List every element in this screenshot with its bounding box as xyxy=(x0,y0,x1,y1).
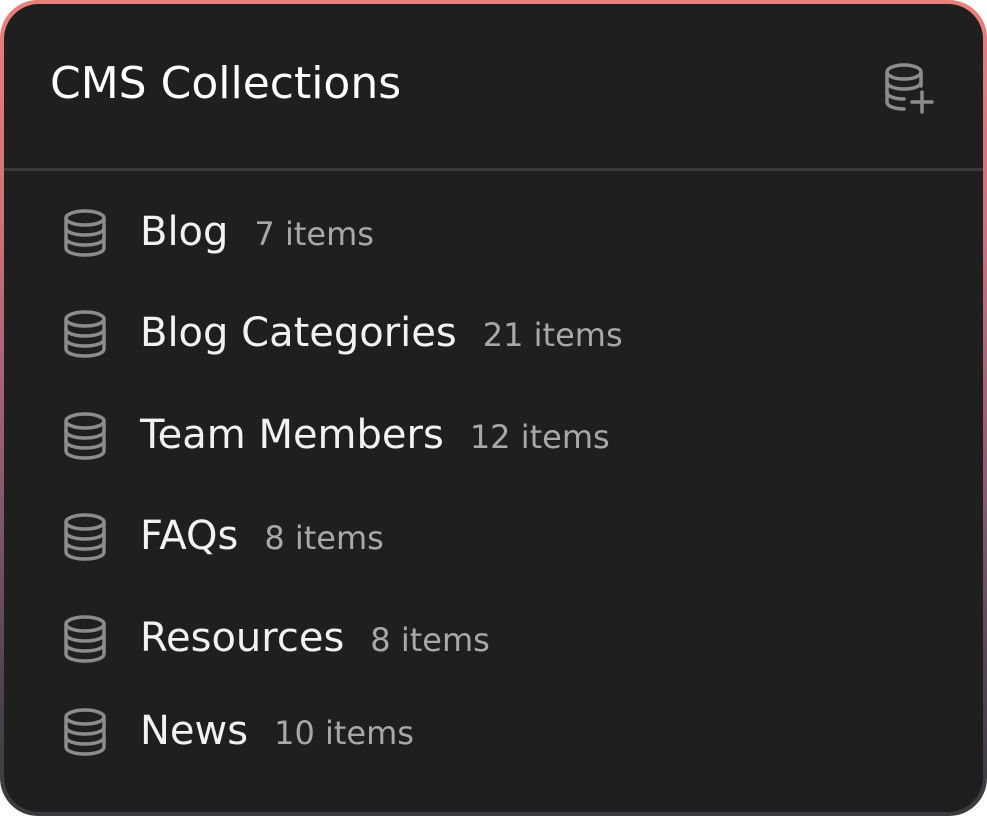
collection-name: Blog Categories xyxy=(140,310,457,356)
collection-row-news[interactable]: News 10 items xyxy=(4,689,983,769)
collection-count: 8 items xyxy=(264,519,384,557)
collection-name: FAQs xyxy=(140,513,239,559)
collection-name: Team Members xyxy=(140,412,444,458)
database-icon xyxy=(64,412,106,460)
database-icon xyxy=(64,513,106,561)
collection-name: News xyxy=(140,708,249,754)
collection-row-faqs[interactable]: FAQs 8 items xyxy=(4,494,983,574)
collection-count: 12 items xyxy=(469,418,610,456)
collection-count: 7 items xyxy=(254,215,374,253)
collection-label: FAQs 8 items xyxy=(140,510,384,564)
collection-label: Team Members 12 items xyxy=(140,409,610,463)
collection-name: Resources xyxy=(140,615,345,661)
collection-row-blog[interactable]: Blog 7 items xyxy=(4,190,983,270)
panel-header: CMS Collections xyxy=(4,4,983,171)
database-icon xyxy=(64,615,106,663)
cms-collections-panel: CMS Collections Blog 7 items Blog Catego… xyxy=(4,4,983,812)
collection-label: Resources 8 items xyxy=(140,612,490,666)
database-icon xyxy=(64,209,106,257)
collection-label: News 10 items xyxy=(140,705,414,759)
database-icon xyxy=(64,708,106,756)
collection-label: Blog Categories 21 items xyxy=(140,307,623,361)
collection-count: 10 items xyxy=(274,714,414,752)
collection-label: Blog 7 items xyxy=(140,206,374,260)
collection-row-resources[interactable]: Resources 8 items xyxy=(4,596,983,676)
database-icon xyxy=(64,310,106,358)
collection-count: 21 items xyxy=(482,316,623,354)
collection-count: 8 items xyxy=(370,621,490,659)
collection-row-blog-categories[interactable]: Blog Categories 21 items xyxy=(4,291,983,371)
collection-row-team-members[interactable]: Team Members 12 items xyxy=(4,393,983,473)
panel-title: CMS Collections xyxy=(50,58,402,109)
add-collection-button[interactable] xyxy=(876,56,940,120)
collection-name: Blog xyxy=(140,209,229,255)
database-plus-icon xyxy=(885,63,934,114)
